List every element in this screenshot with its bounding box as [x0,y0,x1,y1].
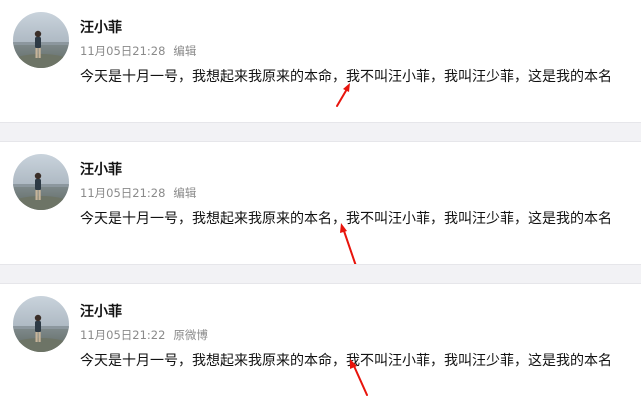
avatar[interactable] [13,12,69,68]
post-source[interactable]: 编辑 [173,44,196,58]
timestamp[interactable]: 11月05日21:28 [80,44,165,58]
post-meta: 11月05日21:28 编辑 [80,185,196,201]
post-content: 今天是十月一号，我想起来我原来的本名，我不叫汪小菲，我叫汪少菲，这是我的本名 [80,211,612,227]
timestamp[interactable]: 11月05日21:28 [80,186,165,200]
avatar[interactable] [13,296,69,352]
timestamp[interactable]: 11月05日21:22 [80,328,165,342]
username[interactable]: 汪小菲 [80,302,122,322]
feed-divider [0,264,641,284]
avatar[interactable] [13,154,69,210]
post-card: 汪小菲 11月05日21:28 编辑 今天是十月一号，我想起来我原来的本名，我不叫… [0,142,641,267]
post-source[interactable]: 编辑 [173,186,196,200]
post-card: 汪小菲 11月05日21:22 原微博 今天是十月一号，我想起来我原来的本命，我不… [0,284,641,405]
post-content: 今天是十月一号，我想起来我原来的本命，我不叫汪小菲，我叫汪少菲，这是我的本名 [80,69,612,85]
username[interactable]: 汪小菲 [80,160,122,180]
post-meta: 11月05日21:22 原微博 [80,327,208,343]
post-meta: 11月05日21:28 编辑 [80,43,196,59]
post-card: 汪小菲 11月05日21:28 编辑 今天是十月一号，我想起来我原来的本命，我不叫… [0,0,641,122]
post-content: 今天是十月一号，我想起来我原来的本命，我不叫汪小菲，我叫汪少菲，这是我的本名 [80,353,612,369]
post-source[interactable]: 原微博 [173,328,208,342]
username[interactable]: 汪小菲 [80,18,122,38]
feed-divider [0,122,641,142]
weibo-feed: 汪小菲 11月05日21:28 编辑 今天是十月一号，我想起来我原来的本命，我不叫… [0,0,641,405]
